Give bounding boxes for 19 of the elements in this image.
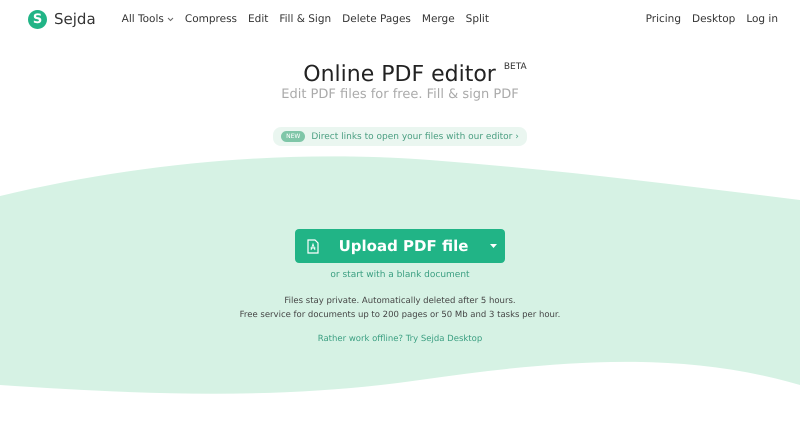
nav-link[interactable]: Log in — [746, 13, 778, 25]
beta-label: BETA — [504, 62, 527, 72]
nav-link[interactable]: Merge — [422, 13, 455, 25]
nav-link[interactable]: All Tools — [122, 13, 174, 25]
nav-link[interactable]: Desktop — [692, 13, 736, 25]
nav-link[interactable]: Fill & Sign — [279, 13, 332, 25]
nav-link[interactable]: Edit — [248, 13, 268, 25]
nav-link[interactable]: Pricing — [646, 13, 682, 25]
document-icon — [306, 238, 319, 254]
nav-link[interactable]: Split — [466, 13, 489, 25]
page-title: Online PDF editor — [303, 62, 496, 87]
brand-name[interactable]: Sejda — [54, 10, 96, 28]
chevron-down-icon — [166, 16, 174, 22]
info-text: Free service for documents up to 200 pages or 50 Mb and 3 tasks per hour. — [240, 309, 560, 322]
info-text: Files stay private. Automatically deleted after 5 hours. — [283, 295, 517, 308]
caret-icon[interactable] — [490, 244, 498, 248]
nav-link[interactable]: Delete Pages — [342, 13, 411, 25]
nav-link[interactable]: Compress — [184, 13, 238, 25]
subtitle: Edit PDF files for free. Fill & sign PDF — [281, 87, 519, 102]
